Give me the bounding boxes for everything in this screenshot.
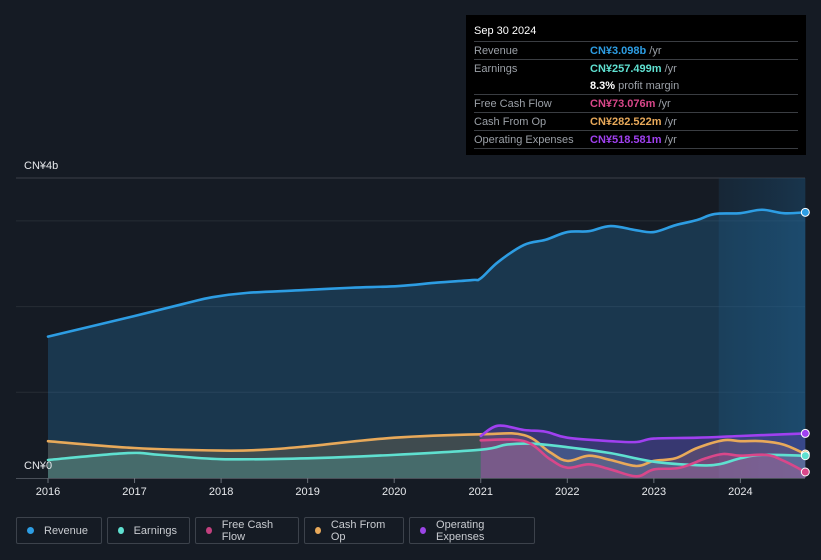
- legend-label: Revenue: [44, 524, 89, 537]
- legend-dot-icon: [118, 527, 124, 534]
- y-axis-zero-label: CN¥0: [24, 460, 53, 472]
- tooltip-row-operating-expenses: Operating Expenses CN¥518.581m /yr: [474, 131, 798, 149]
- x-tick-label: 2023: [642, 486, 666, 498]
- legend-dot-icon: [206, 527, 212, 534]
- tooltip-unit: /yr: [658, 97, 671, 110]
- tooltip-row-revenue: Revenue CN¥3.098b /yr: [474, 42, 798, 60]
- tooltip-label: Cash From Op: [474, 115, 547, 128]
- tooltip-label: Free Cash Flow: [474, 97, 552, 110]
- legend-dot-icon: [27, 527, 34, 534]
- earnings-end-marker: [800, 451, 810, 461]
- tooltip-unit: /yr: [664, 62, 677, 75]
- x-tick-label: 2022: [555, 486, 579, 498]
- legend-item-cash-from-op[interactable]: Cash From Op: [304, 517, 404, 544]
- legend-item-operating-expenses[interactable]: Operating Expenses: [409, 517, 535, 544]
- x-tick-label: 2019: [295, 486, 319, 498]
- tooltip-row-free-cash-flow: Free Cash Flow CN¥73.076m /yr: [474, 95, 798, 113]
- tooltip-value: CN¥73.076m: [590, 97, 656, 110]
- legend-label: Operating Expenses: [436, 518, 485, 543]
- x-tick-label: 2017: [122, 486, 146, 498]
- x-tick-label: 2021: [469, 486, 493, 498]
- legend-label: Earnings: [133, 524, 177, 537]
- tooltip-value: 8.3%: [590, 79, 616, 92]
- y-axis-top-label: CN¥4b: [24, 160, 59, 172]
- tooltip-value: CN¥257.499m: [590, 62, 662, 75]
- tooltip-row-profit-margin: 8.3% profit margin: [474, 77, 798, 95]
- operating-expenses-end-marker: [800, 428, 810, 438]
- chart-legend: Revenue Earnings Free Cash Flow Cash Fro…: [16, 517, 535, 544]
- legend-label: Cash From Op: [330, 518, 386, 543]
- legend-label: Free Cash Flow: [221, 518, 274, 543]
- free-cash-flow-end-marker: [800, 467, 810, 477]
- tooltip-row-earnings: Earnings CN¥257.499m /yr: [474, 60, 798, 77]
- legend-item-free-cash-flow[interactable]: Free Cash Flow: [195, 517, 299, 544]
- data-tooltip: Sep 30 2024 Revenue CN¥3.098b /yr Earnin…: [466, 15, 806, 155]
- x-tick-label: 2020: [382, 486, 406, 498]
- tooltip-value: CN¥282.522m: [590, 115, 662, 128]
- revenue-end-marker: [800, 207, 810, 217]
- legend-item-earnings[interactable]: Earnings: [107, 517, 190, 544]
- x-axis-ticks: 2016 2017 2018 2019 2020 2021 2022 2023 2024: [36, 478, 753, 498]
- tooltip-unit: profit margin: [618, 79, 680, 92]
- x-tick-label: 2018: [209, 486, 233, 498]
- legend-dot-icon: [420, 527, 427, 534]
- tooltip-unit: /yr: [664, 115, 677, 128]
- legend-dot-icon: [315, 527, 321, 534]
- tooltip-date: Sep 30 2024: [474, 23, 798, 42]
- tooltip-label: Operating Expenses: [474, 133, 574, 146]
- tooltip-label: Revenue: [474, 44, 519, 57]
- tooltip-row-cash-from-op: Cash From Op CN¥282.522m /yr: [474, 113, 798, 131]
- tooltip-label: Earnings: [474, 62, 518, 75]
- tooltip-unit: /yr: [649, 44, 662, 57]
- tooltip-value: CN¥518.581m: [590, 133, 662, 146]
- tooltip-unit: /yr: [664, 133, 677, 146]
- x-tick-label: 2024: [728, 486, 752, 498]
- legend-item-revenue[interactable]: Revenue: [16, 517, 102, 544]
- x-tick-label: 2016: [36, 486, 60, 498]
- tooltip-value: CN¥3.098b: [590, 44, 647, 57]
